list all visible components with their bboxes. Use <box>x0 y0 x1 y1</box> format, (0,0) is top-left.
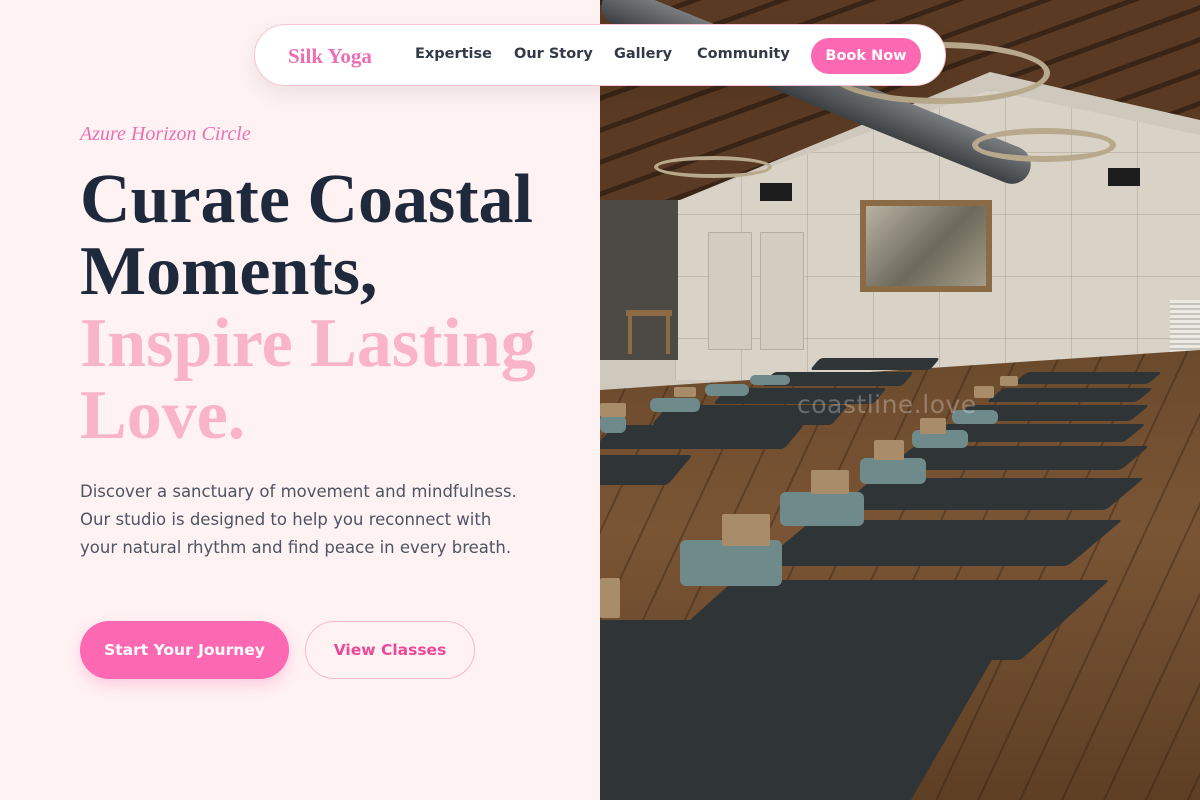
folded-towel <box>780 492 864 526</box>
yoga-mat <box>1012 372 1163 384</box>
yoga-block <box>811 470 849 494</box>
yoga-block <box>600 403 626 417</box>
yoga-block <box>874 440 904 460</box>
ring-light <box>972 128 1116 162</box>
hero-content: Azure Horizon Circle Curate Coastal Mome… <box>0 0 600 800</box>
yoga-block <box>974 386 994 398</box>
yoga-block <box>1000 376 1018 386</box>
wall-screen <box>860 200 992 292</box>
yoga-block <box>920 418 946 434</box>
photo-watermark: coastline.love <box>797 390 977 419</box>
headline-line-1: Curate Coastal <box>80 161 533 238</box>
hero-headline: Curate Coastal Moments, Inspire Lasting … <box>80 164 580 452</box>
studio-photo: coastline.love <box>600 0 1200 800</box>
headline-line-3: Inspire Lasting <box>80 305 536 382</box>
yoga-mat <box>809 358 941 370</box>
folded-towel <box>680 540 782 586</box>
yoga-block <box>722 514 770 546</box>
start-journey-button[interactable]: Start Your Journey <box>80 621 289 679</box>
ring-light <box>654 156 772 178</box>
view-classes-button[interactable]: View Classes <box>305 621 475 679</box>
studio-door <box>708 232 752 350</box>
nav-link-community[interactable]: Community <box>697 46 790 62</box>
book-now-button[interactable]: Book Now <box>811 38 921 74</box>
brand-logo[interactable]: Silk Yoga <box>288 44 372 69</box>
main-navigation: Silk Yoga Expertise Our Story Gallery Co… <box>254 24 946 86</box>
nav-link-gallery[interactable]: Gallery <box>614 46 672 62</box>
speaker <box>1108 168 1140 186</box>
speaker <box>760 183 792 201</box>
hero-description: Discover a sanctuary of movement and min… <box>80 482 517 557</box>
folded-towel <box>650 398 700 412</box>
nav-link-expertise[interactable]: Expertise <box>415 46 492 62</box>
folded-towel <box>750 375 790 385</box>
yoga-mat <box>986 388 1154 402</box>
headline-line-4: Love. <box>80 377 246 454</box>
nav-link-our-story[interactable]: Our Story <box>514 46 593 62</box>
studio-door <box>760 232 804 350</box>
folded-towel <box>600 415 626 433</box>
headline-line-2: Moments, <box>80 233 378 310</box>
yoga-block <box>674 387 696 397</box>
hero-tagline: Azure Horizon Circle <box>80 123 251 145</box>
yoga-mat <box>757 520 1123 566</box>
yoga-mat <box>600 425 805 449</box>
folded-towel <box>705 384 749 396</box>
folded-towel <box>860 458 926 484</box>
side-table <box>626 310 672 354</box>
yoga-block <box>600 578 620 618</box>
